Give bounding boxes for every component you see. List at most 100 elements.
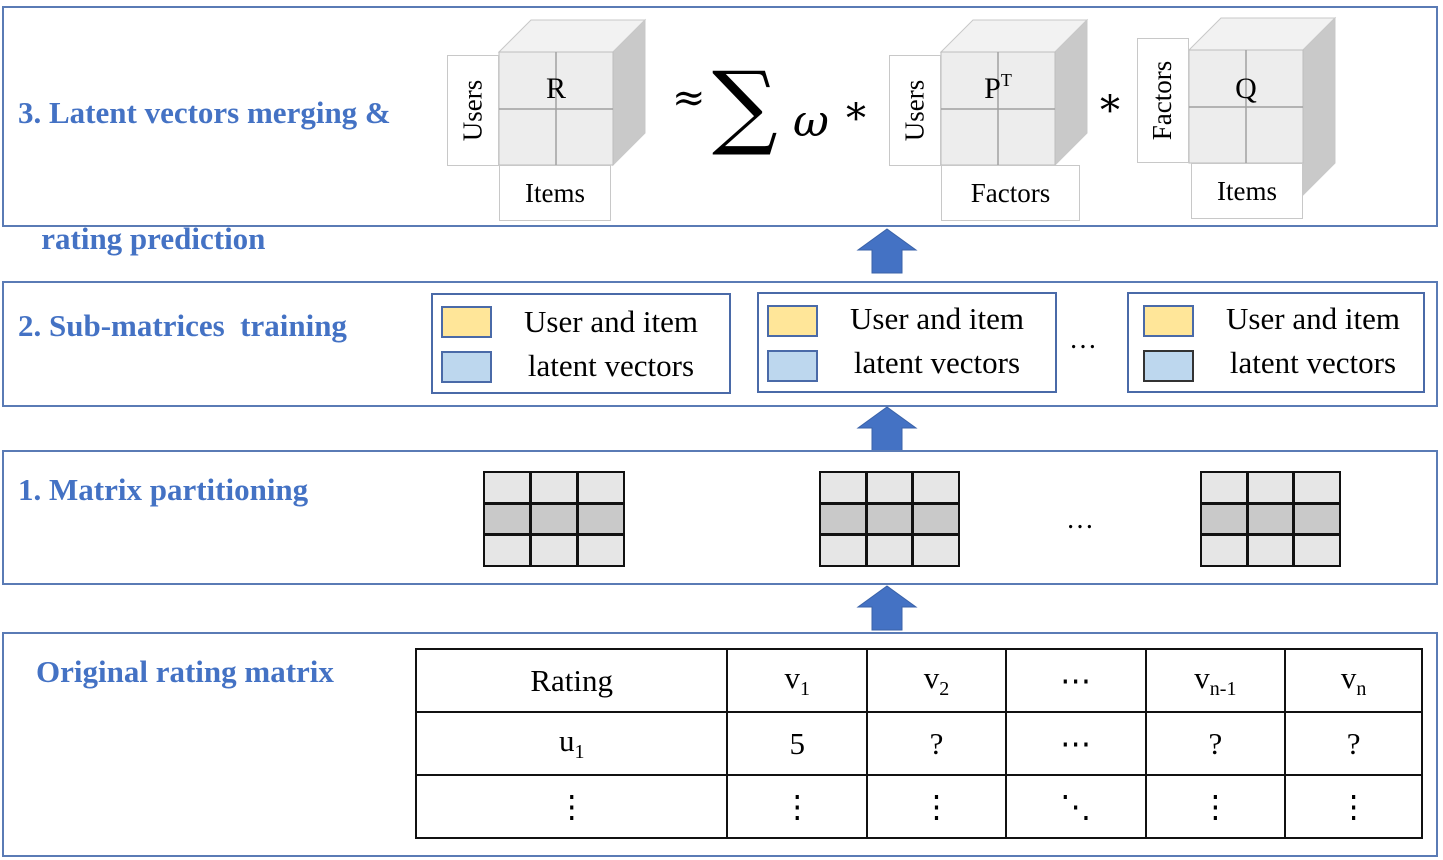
latent-vectors-legend-1: User and item latent vectors bbox=[431, 293, 731, 394]
item-vector-swatch bbox=[1143, 350, 1194, 382]
grid-cell bbox=[1202, 536, 1246, 565]
cube-q-name: Q bbox=[1189, 72, 1303, 106]
cube-r-row-label: Users bbox=[457, 79, 488, 142]
multiply-symbol-1: * bbox=[846, 96, 866, 142]
grid-cell bbox=[532, 536, 576, 565]
row-base: ⋮ bbox=[556, 788, 588, 824]
row-sub: 1 bbox=[574, 741, 585, 764]
grid-cell bbox=[1248, 536, 1293, 565]
legend-text: User and item latent vectors bbox=[827, 297, 1047, 385]
latent-vectors-legend-2: User and item latent vectors bbox=[757, 292, 1057, 393]
stage0-title: Original rating matrix bbox=[36, 654, 334, 689]
stage3-title-line2: rating prediction bbox=[18, 221, 266, 256]
cube-pt-row-label: Users bbox=[899, 79, 930, 142]
grid-cell-highlighted bbox=[867, 504, 912, 534]
grid-cell-highlighted bbox=[914, 504, 958, 534]
cube-pt-name-text: P bbox=[984, 72, 1001, 105]
table-cell: 5 bbox=[726, 711, 869, 776]
legend-line2: latent vectors bbox=[527, 348, 695, 383]
grid-cell-highlighted bbox=[485, 504, 529, 534]
table-cell: ? bbox=[1284, 711, 1423, 776]
column-header: v1 bbox=[726, 648, 869, 713]
col-sub: n bbox=[1356, 678, 1367, 701]
cube-q-col-label-box: Items bbox=[1191, 163, 1303, 219]
partition-grid-2 bbox=[819, 471, 960, 567]
table-cell: ⋮ bbox=[866, 774, 1007, 839]
column-header: ⋯ bbox=[1004, 648, 1147, 713]
table-cell: ? bbox=[1144, 711, 1287, 776]
table-header-row: Rating v1 v2 ⋯ vn-1 vn bbox=[414, 648, 1423, 713]
partition-grid-3 bbox=[1200, 471, 1341, 567]
table-cell: ⋮ bbox=[1144, 774, 1287, 839]
col-sub: n-1 bbox=[1209, 678, 1237, 701]
up-arrow-icon bbox=[856, 585, 918, 631]
col-base: v bbox=[1194, 659, 1210, 695]
cube-q-row-label-box: Factors bbox=[1137, 38, 1189, 163]
grid-cell bbox=[821, 536, 865, 565]
cube-r-name-text: R bbox=[545, 72, 566, 105]
cube-pt-col-label-box: Factors bbox=[941, 165, 1080, 221]
grid-cell-highlighted bbox=[532, 504, 576, 534]
grid-cell-highlighted bbox=[1202, 504, 1246, 534]
cube-r-name: R bbox=[499, 72, 613, 106]
grid-cell bbox=[532, 473, 576, 502]
approx-symbol: ≈ bbox=[672, 75, 706, 121]
grid-cell-highlighted bbox=[821, 504, 865, 534]
grid-cell bbox=[1295, 536, 1339, 565]
stage1-ellipsis: … bbox=[1066, 504, 1094, 535]
cube-pt-name: PT bbox=[941, 70, 1055, 106]
table-corner-cell: Rating bbox=[414, 648, 729, 713]
legend-line1: User and item bbox=[850, 301, 1024, 336]
rating-matrix-table: Rating v1 v2 ⋯ vn-1 vn u1 5 ? ⋯ ? ? ⋮ ⋮ … bbox=[414, 648, 1423, 839]
weight-omega: ω bbox=[793, 96, 829, 147]
user-vector-swatch bbox=[1143, 305, 1194, 337]
cube-r-row-label-box: Users bbox=[447, 55, 499, 166]
legend-line2: latent vectors bbox=[1229, 345, 1397, 380]
latent-vectors-legend-3: User and item latent vectors bbox=[1127, 292, 1425, 393]
sum-symbol: ∑ bbox=[712, 52, 778, 159]
multiply-symbol-2: * bbox=[1100, 88, 1120, 134]
grid-cell bbox=[1295, 473, 1339, 502]
col-base: ⋯ bbox=[1060, 662, 1092, 698]
legend-line1: User and item bbox=[524, 304, 698, 339]
up-arrow-icon bbox=[856, 406, 918, 452]
item-vector-swatch bbox=[441, 351, 492, 383]
table-cell: ⋯ bbox=[1004, 711, 1147, 776]
row-header: u1 bbox=[414, 711, 729, 776]
cube-pt-row-label-box: Users bbox=[889, 55, 941, 166]
col-base: v bbox=[923, 659, 940, 695]
grid-cell bbox=[867, 473, 912, 502]
legend-text: User and item latent vectors bbox=[1205, 297, 1421, 385]
grid-cell bbox=[1248, 473, 1293, 502]
row-base: u bbox=[558, 722, 575, 758]
grid-cell bbox=[914, 536, 958, 565]
grid-cell-highlighted bbox=[1248, 504, 1293, 534]
table-cell: ⋮ bbox=[1284, 774, 1423, 839]
corner-label: Rating bbox=[530, 662, 614, 698]
stage3-title-line1: 3. Latent vectors merging & bbox=[18, 95, 391, 130]
user-vector-swatch bbox=[767, 305, 818, 337]
column-header: vn-1 bbox=[1144, 648, 1287, 713]
col-sub: 2 bbox=[939, 678, 950, 701]
grid-cell bbox=[867, 536, 912, 565]
grid-cell-highlighted bbox=[1295, 504, 1339, 534]
cube-r-col-label: Items bbox=[525, 177, 585, 208]
table-row: ⋮ ⋮ ⋮ ⋱ ⋮ ⋮ bbox=[414, 774, 1423, 839]
col-base: v bbox=[784, 659, 800, 695]
grid-cell bbox=[914, 473, 958, 502]
cube-side-face bbox=[1302, 16, 1336, 197]
grid-cell bbox=[485, 473, 529, 502]
grid-cell bbox=[579, 536, 623, 565]
up-arrow-icon bbox=[856, 228, 918, 274]
cube-q-name-text: Q bbox=[1235, 72, 1257, 105]
col-base: v bbox=[1340, 659, 1357, 695]
table-cell: ? bbox=[866, 711, 1007, 776]
cube-q-col-label: Items bbox=[1217, 175, 1277, 206]
grid-cell bbox=[485, 536, 529, 565]
row-header: ⋮ bbox=[414, 774, 729, 839]
table-cell: ⋮ bbox=[726, 774, 869, 839]
stage3-title: 3. Latent vectors merging & rating predi… bbox=[18, 28, 391, 290]
cube-q-row-label: Factors bbox=[1147, 60, 1178, 141]
cube-pt-superscript: T bbox=[1000, 70, 1012, 90]
legend-line1: User and item bbox=[1226, 301, 1400, 336]
